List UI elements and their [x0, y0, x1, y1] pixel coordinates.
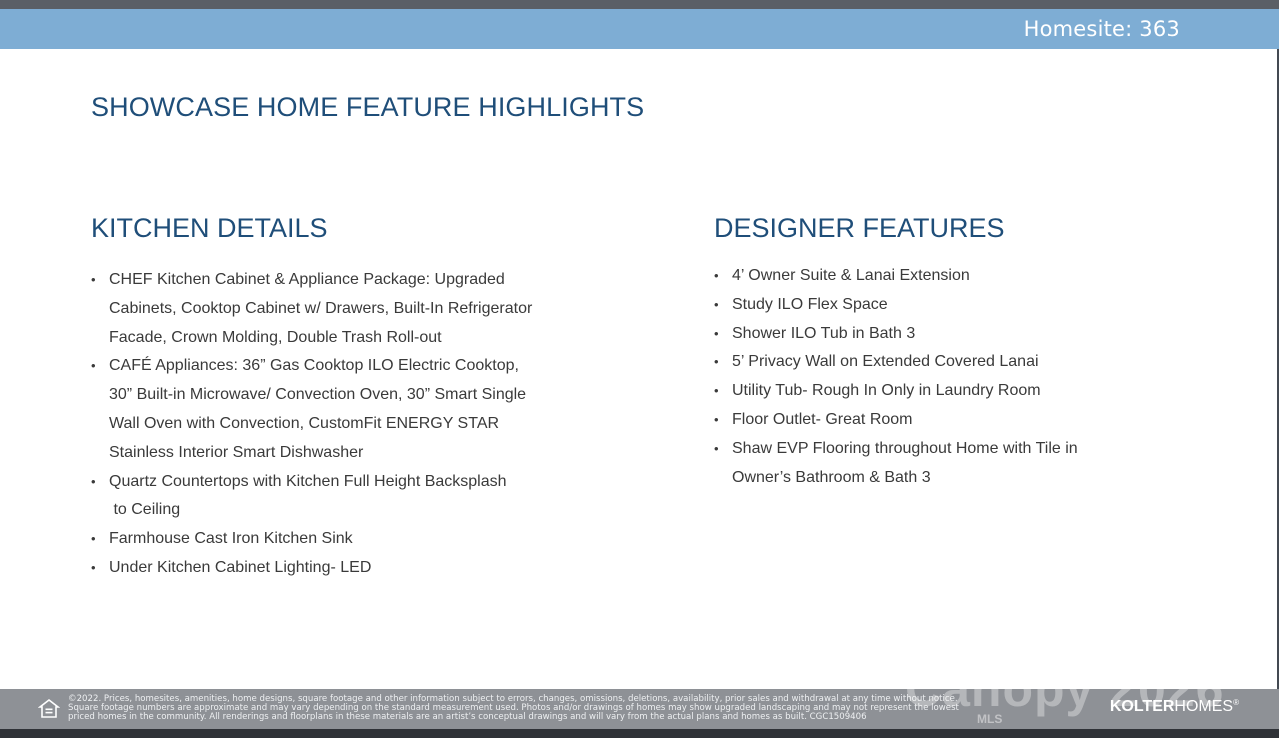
bullet-icon: • [91, 531, 96, 547]
bullet-icon: • [714, 268, 719, 283]
footer-bottom-edge [0, 729, 1279, 738]
designer-features-list: • 4’ Owner Suite & Lanai Extension • Study … [714, 262, 1104, 492]
list-item: • Shower ILO Tub in Bath 3 [714, 320, 1104, 349]
list-item: • Floor Outlet- Great Room [714, 406, 1104, 435]
list-item: • 4’ Owner Suite & Lanai Extension [714, 262, 1104, 291]
designer-features-heading: DESIGNER FEATURES [714, 213, 1005, 243]
kitchen-features-list: • CHEF Kitchen Cabinet & Appliance Packag… [91, 266, 541, 583]
list-item: • CHEF Kitchen Cabinet & Appliance Packag… [91, 266, 541, 352]
list-item-line: Quartz Countertops with Kitchen Full Hei… [109, 472, 507, 490]
list-item-line: Shaw EVP Flooring throughout Home with T… [732, 439, 1078, 457]
bullet-icon: • [714, 440, 719, 456]
list-item-line: 5’ Privacy Wall on Extended Covered Lana… [732, 353, 1039, 371]
kolter-homes-logo: KOLTERHOMES® [1110, 698, 1239, 716]
logo-bold-text: KOLTER [1109, 698, 1175, 715]
bullet-icon: • [91, 358, 96, 374]
list-item-line: 30” Built-in Microwave/ Convection Oven,… [109, 386, 527, 404]
list-item-line: Farmhouse Cast Iron Kitchen Sink [109, 530, 353, 548]
bullet-icon: • [714, 383, 719, 399]
list-item: • Utility Tub- Rough In Only in Laundry R… [714, 377, 1104, 406]
bullet-icon: • [91, 272, 96, 287]
list-item-line: Stainless Interior Smart Dishwasher [109, 443, 364, 461]
list-item-line: Wall Oven with Convection, CustomFit ENE… [109, 414, 500, 432]
list-item-line: to Ceiling [109, 501, 181, 519]
list-item-line: Owner’s Bathroom & Bath 3 [732, 468, 931, 486]
list-item: • 5’ Privacy Wall on Extended Covered Lan… [714, 348, 1104, 377]
list-item: • CAFÉ Appliances: 36” Gas Cooktop ILO El… [91, 352, 541, 467]
list-item-line: Shower ILO Tub in Bath 3 [732, 324, 916, 342]
flyer-page: Homesite: 363 SHOWCASE HOME FEATURE HIGH… [0, 0, 1279, 738]
page-title: SHOWCASE HOME FEATURE HIGHLIGHTS [91, 92, 645, 122]
list-item-line: CHEF Kitchen Cabinet & Appliance Package… [109, 271, 505, 288]
list-item: • Under Kitchen Cabinet Lighting- LED [91, 554, 541, 583]
list-item: • Farmhouse Cast Iron Kitchen Sink [91, 525, 541, 554]
homesite-label: Homesite: 363 [1023, 17, 1180, 41]
list-item: • Shaw EVP Flooring throughout Home with … [714, 435, 1104, 493]
list-item-line: Utility Tub- Rough In Only in Laundry Ro… [732, 382, 1041, 400]
bullet-icon: • [714, 411, 719, 427]
list-item: • Quartz Countertops with Kitchen Full He… [91, 468, 541, 526]
list-item: • Study ILO Flex Space [714, 291, 1104, 320]
bullet-icon: • [714, 325, 719, 341]
bullet-icon: • [91, 473, 96, 489]
logo-light-text: HOMES [1174, 698, 1234, 715]
bullet-icon: • [714, 354, 719, 370]
equal-housing-icon [38, 698, 60, 718]
logo-registered-mark: ® [1233, 698, 1239, 707]
bullet-icon: • [714, 296, 719, 312]
list-item-line: Facade, Crown Molding, Double Trash Roll… [109, 328, 442, 346]
list-item-line: Under Kitchen Cabinet Lighting- LED [109, 558, 372, 576]
list-item-line: CAFÉ Appliances: 36” Gas Cooktop ILO Ele… [109, 357, 519, 375]
list-item-line: Study ILO Flex Space [732, 295, 888, 313]
list-item-line: Floor Outlet- Great Room [732, 410, 913, 428]
top-edge [0, 0, 1279, 9]
list-item-line: Cabinets, Cooktop Cabinet w/ Drawers, Bu… [109, 299, 533, 317]
list-item-line: 4’ Owner Suite & Lanai Extension [732, 267, 970, 284]
bullet-icon: • [91, 559, 96, 575]
mls-watermark-sub: MLS [977, 712, 1003, 726]
kitchen-details-heading: KITCHEN DETAILS [91, 213, 328, 243]
